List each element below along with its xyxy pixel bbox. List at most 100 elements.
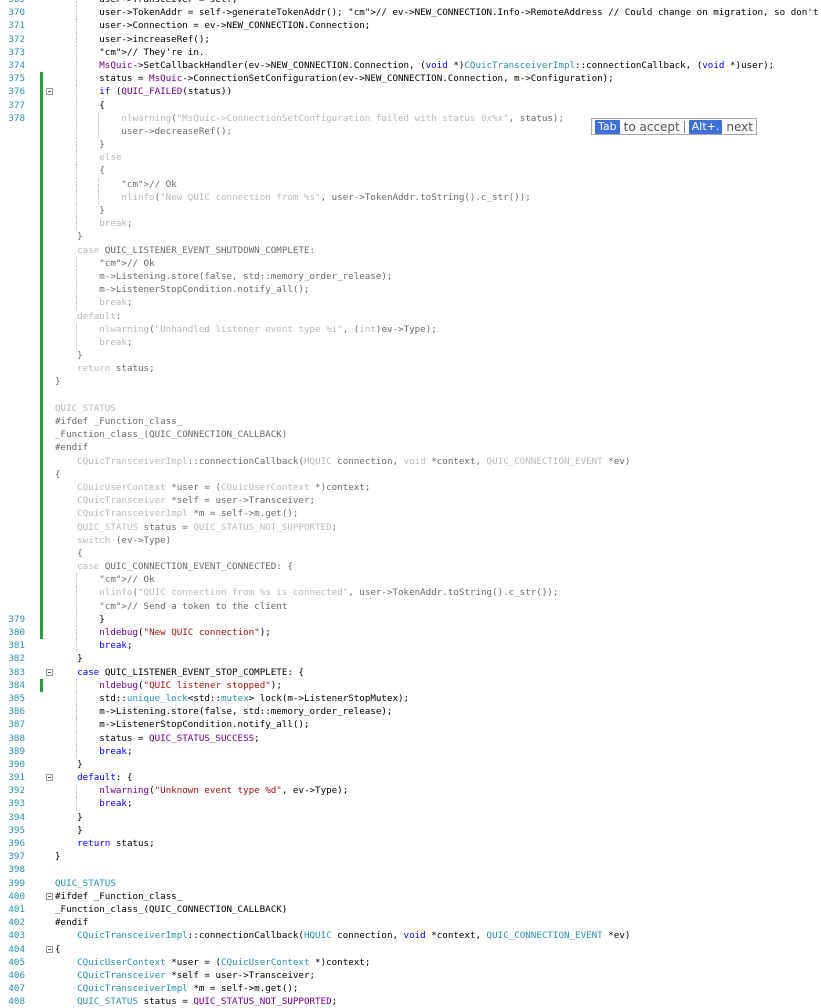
code-line[interactable]: QUIC_STATUS	[0, 401, 821, 415]
code-line[interactable]: }	[0, 375, 821, 389]
code-line[interactable]: 402 #endif	[0, 916, 821, 929]
code-line[interactable]: nlinfo("New QUIC connection from %s", us…	[0, 190, 821, 204]
code-line[interactable]: 398	[0, 863, 821, 876]
code-line[interactable]: {	[0, 546, 821, 561]
change-indicator	[40, 586, 43, 600]
code-line[interactable]: 384 nldebug("QUIC listener stopped");	[0, 678, 821, 692]
code-line[interactable]: 404 {	[0, 943, 821, 956]
line-number: 401	[8, 903, 25, 915]
code-line[interactable]: 400 #ifdef _Function_class_	[0, 890, 821, 903]
code-line[interactable]: 380 nldebug("New QUIC connection");	[0, 626, 821, 640]
code-line[interactable]: 406 CQuicTransceiver *self = user->Trans…	[0, 969, 821, 982]
indent-guide	[76, 45, 78, 59]
code-line[interactable]: }	[0, 230, 821, 244]
code-line[interactable]: _Function_class_(QUIC_CONNECTION_CALLBAC…	[0, 428, 821, 442]
code-line[interactable]: break;	[0, 217, 821, 231]
collapse-toggle-icon[interactable]	[46, 945, 53, 953]
code-line[interactable]: 377 {	[0, 98, 821, 112]
code-line[interactable]: 403 CQuicTransceiverImpl::connectionCall…	[0, 929, 821, 942]
code-line[interactable]: #endif	[0, 441, 821, 455]
collapse-toggle-icon[interactable]	[46, 668, 53, 676]
code-line[interactable]: case QUIC_CONNECTION_EVENT_CONNECTED: {	[0, 560, 821, 574]
code-line[interactable]: CQuicUserContext *user = (CQuicUserConte…	[0, 480, 821, 495]
code-line[interactable]: {	[0, 164, 821, 178]
code-line[interactable]: }	[0, 349, 821, 363]
collapse-toggle-icon[interactable]	[46, 774, 53, 782]
code-line[interactable]: 373 "cm">// They're in.	[0, 45, 821, 59]
indent-guide	[76, 58, 78, 73]
code-text: _Function_class_(QUIC_CONNECTION_CALLBAC…	[55, 903, 288, 915]
code-line[interactable]: 408 QUIC_STATUS status = QUIC_STATUS_NOT…	[0, 995, 821, 1008]
code-text: }	[55, 653, 83, 665]
code-line[interactable]: CQuicTransceiver *self = user->Transceiv…	[0, 494, 821, 508]
code-line[interactable]: return status;	[0, 362, 821, 376]
code-line[interactable]: m->Listening.store(false, std::memory_or…	[0, 269, 821, 284]
collapse-toggle-icon[interactable]	[46, 88, 53, 96]
code-line[interactable]: 386 m->Listening.store(false, std::memor…	[0, 705, 821, 719]
code-line[interactable]: "cm">// Ok	[0, 573, 821, 587]
code-line[interactable]: }	[0, 204, 821, 218]
code-line[interactable]: 396 return status;	[0, 837, 821, 850]
code-line[interactable]: 389 break;	[0, 744, 821, 758]
code-line[interactable]: 391 default: {	[0, 771, 821, 784]
change-indicator	[40, 349, 43, 363]
code-line[interactable]: 390 }	[0, 758, 821, 771]
code-line[interactable]: break;	[0, 335, 821, 350]
code-line[interactable]: 394 }	[0, 811, 821, 824]
code-line[interactable]: default:	[0, 309, 821, 323]
code-line[interactable]: 399 QUIC_STATUS	[0, 877, 821, 890]
code-line[interactable]: 385 std::unique_lock<std::mutex> lock(m-…	[0, 691, 821, 706]
code-line[interactable]: 401 _Function_class_(QUIC_CONNECTION_CALL…	[0, 903, 821, 916]
code-line[interactable]: 392 nlwarning("Unknown event type %d", e…	[0, 784, 821, 798]
indent-guide	[98, 177, 100, 191]
indent-guide	[76, 19, 78, 33]
code-line[interactable]: "cm">// Ok	[0, 256, 821, 270]
code-line[interactable]	[0, 388, 821, 402]
code-line[interactable]: case QUIC_LISTENER_EVENT_SHUTDOWN_COMPLE…	[0, 243, 821, 257]
code-line[interactable]: 372 user->increaseRef();	[0, 32, 821, 46]
change-indicator	[40, 309, 43, 323]
code-line[interactable]: QUIC_STATUS status = QUIC_STATUS_NOT_SUP…	[0, 520, 821, 534]
code-line[interactable]: CQuicTransceiverImpl *m = self->m.get();	[0, 507, 821, 521]
code-line[interactable]: nlinfo("QUIC connection from %s is conne…	[0, 586, 821, 600]
line-number: 390	[8, 758, 25, 770]
code-line[interactable]: 382 }	[0, 652, 821, 665]
code-line[interactable]: 388 status = QUIC_STATUS_SUCCESS;	[0, 731, 821, 745]
code-line[interactable]: break;	[0, 296, 821, 310]
code-line[interactable]: else	[0, 151, 821, 165]
code-line[interactable]: 376 if (QUIC_FAILED(status))	[0, 85, 821, 99]
code-line[interactable]: 379 }	[0, 612, 821, 626]
code-line[interactable]: "cm">// Send a token to the client	[0, 599, 821, 613]
code-line[interactable]: 407 CQuicTransceiverImpl *m = self->m.ge…	[0, 982, 821, 995]
code-line[interactable]: 374 MsQuic->SetCallbackHandler(ev->NEW_C…	[0, 58, 821, 73]
ai-suggestion-text: }	[55, 350, 83, 362]
indent-guide	[98, 124, 100, 139]
code-line[interactable]: 405 CQuicUserContext *user = (CQuicUserC…	[0, 956, 821, 969]
code-line[interactable]: 370 user->TokenAddr = self->generateToke…	[0, 6, 821, 20]
ai-suggestion-text: case QUIC_CONNECTION_EVENT_CONNECTED: {	[77, 561, 293, 573]
code-line[interactable]: {	[0, 467, 821, 481]
code-editor[interactable]: 369 user->Transceiver = self;370 user->T…	[0, 0, 821, 1008]
code-line[interactable]: 395 }	[0, 824, 821, 837]
code-line[interactable]: "cm">// Ok	[0, 177, 821, 191]
code-line[interactable]: m->ListenerStopCondition.notify_all();	[0, 283, 821, 297]
code-line[interactable]: 381 break;	[0, 639, 821, 653]
code-line[interactable]: 375 status = MsQuic->ConnectionSetConfig…	[0, 72, 821, 86]
code-line[interactable]: 387 m->ListenerStopCondition.notify_all(…	[0, 718, 821, 732]
tab-key-badge[interactable]: Tab	[595, 119, 620, 134]
code-line[interactable]: CQuicTransceiverImpl::connectionCallback…	[0, 454, 821, 468]
collapse-toggle-icon[interactable]	[46, 892, 53, 900]
code-line[interactable]: }	[0, 138, 821, 152]
change-indicator	[40, 533, 43, 547]
code-line[interactable]: 371 user->Connection = ev->NEW_CONNECTIO…	[0, 19, 821, 33]
change-indicator	[40, 190, 43, 204]
code-line[interactable]: #ifdef _Function_class_	[0, 415, 821, 429]
line-number: 394	[8, 811, 25, 823]
code-line[interactable]: 393 break;	[0, 797, 821, 811]
change-indicator	[40, 335, 43, 350]
code-line[interactable]: nlwarning("Unhandled listener event type…	[0, 322, 821, 336]
code-line[interactable]: 397}	[0, 850, 821, 863]
code-line[interactable]: switch (ev->Type)	[0, 533, 821, 547]
next-key-badge[interactable]: Alt+.	[688, 119, 723, 134]
code-line[interactable]: 383 case QUIC_LISTENER_EVENT_STOP_COMPLE…	[0, 666, 821, 679]
